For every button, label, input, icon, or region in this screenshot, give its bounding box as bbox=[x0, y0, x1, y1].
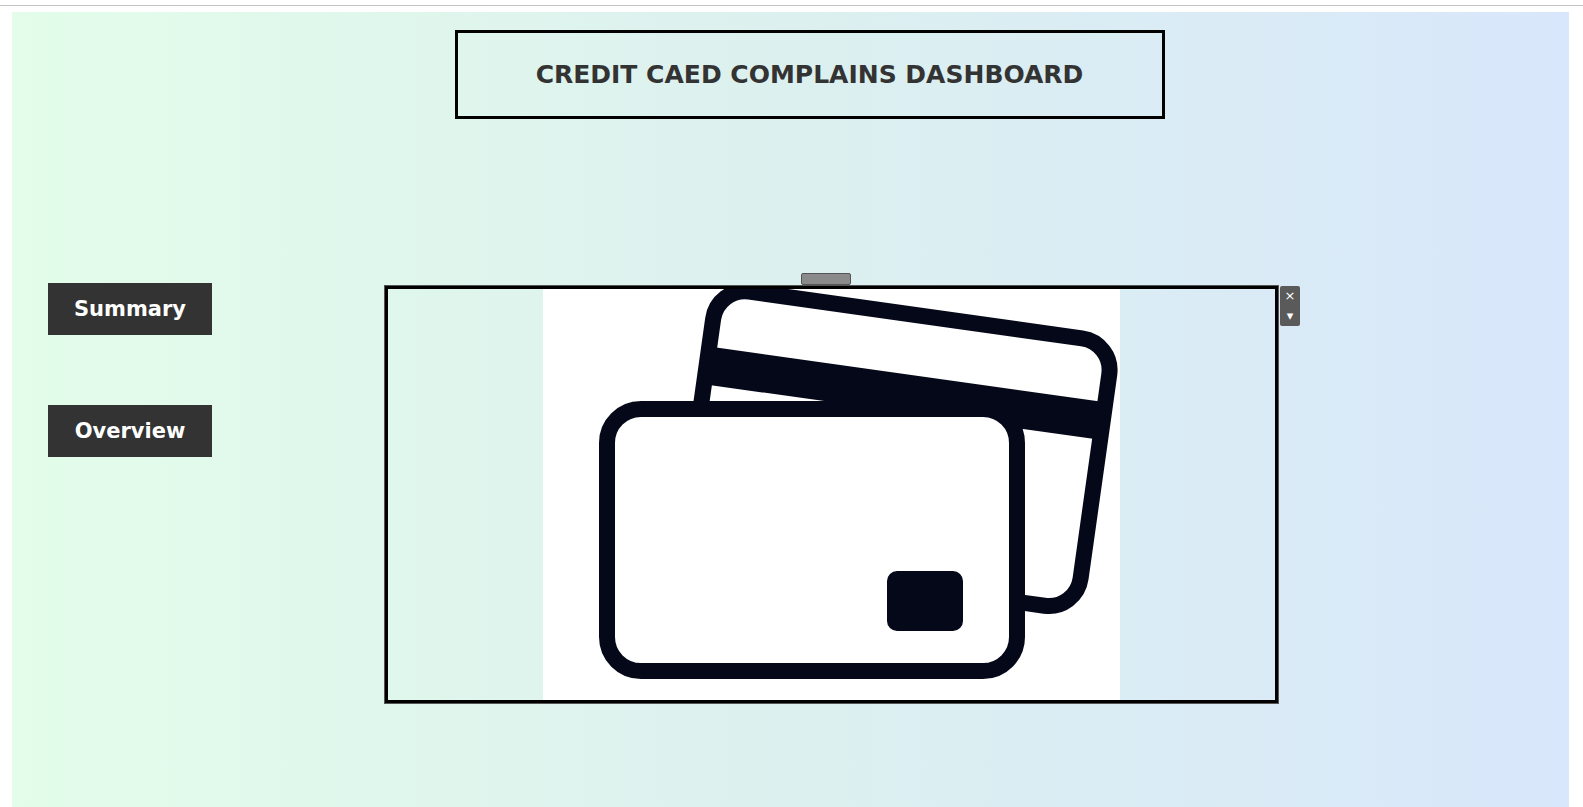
picture-control-button[interactable]: × bbox=[1280, 286, 1300, 306]
nav-column: Summary Overview bbox=[48, 283, 212, 457]
rotate-handle[interactable] bbox=[801, 273, 851, 285]
page: CREDIT CAED COMPLAINS DASHBOARD Summary Ov… bbox=[0, 0, 1583, 807]
dashboard-body: Summary Overview ×▾ bbox=[12, 283, 1569, 703]
picture-frame[interactable]: ×▾ bbox=[385, 286, 1278, 703]
dashboard-canvas: CREDIT CAED COMPLAINS DASHBOARD Summary Ov… bbox=[12, 12, 1569, 807]
credit-card-picture bbox=[543, 289, 1120, 700]
nav-button[interactable]: Overview bbox=[48, 405, 212, 457]
title-row: CREDIT CAED COMPLAINS DASHBOARD bbox=[12, 30, 1569, 119]
picture-control-button[interactable]: ▾ bbox=[1280, 306, 1300, 326]
credit-card-icon bbox=[543, 289, 1120, 700]
dashboard-title: CREDIT CAED COMPLAINS DASHBOARD bbox=[455, 30, 1165, 119]
top-rule bbox=[0, 5, 1583, 6]
picture-controls: ×▾ bbox=[1280, 286, 1300, 326]
nav-button[interactable]: Summary bbox=[48, 283, 212, 335]
